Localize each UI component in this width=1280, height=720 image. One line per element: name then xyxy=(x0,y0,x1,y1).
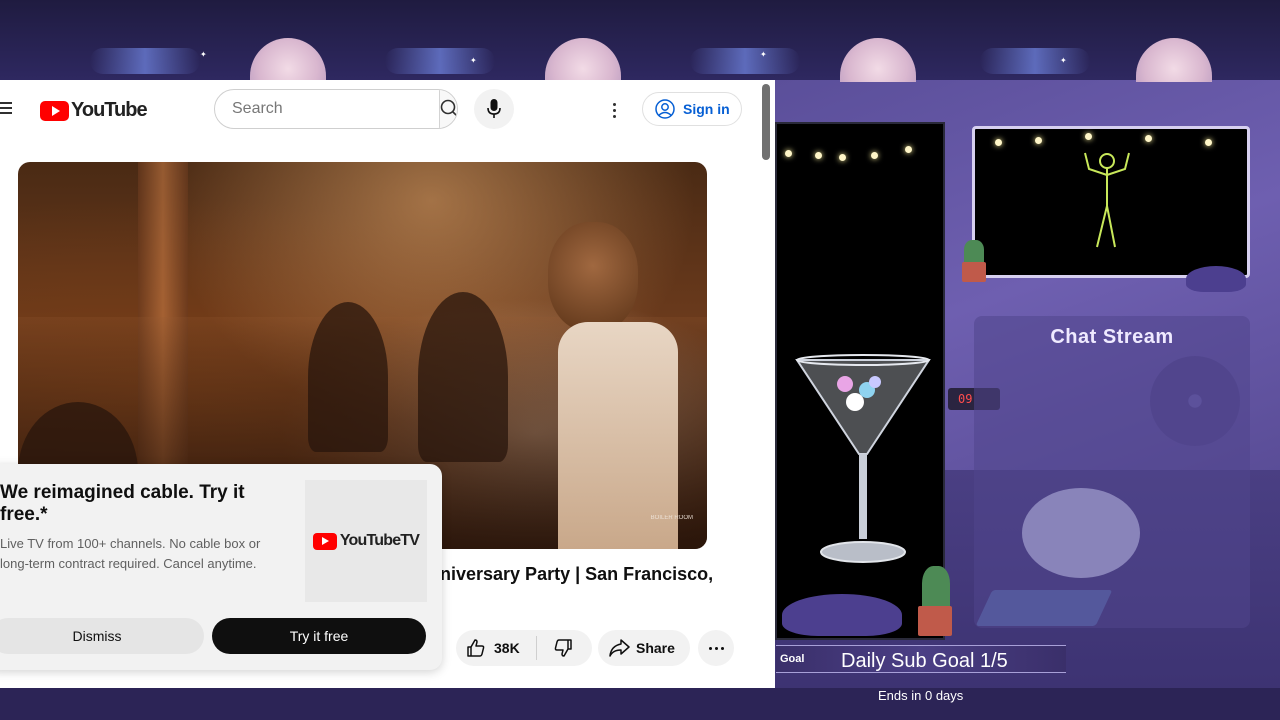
string-light xyxy=(839,154,846,161)
scrollbar[interactable] xyxy=(762,84,770,160)
search-button[interactable] xyxy=(439,90,457,128)
youtube-tv-promo-dialog: We reimagined cable. Try it free.* Live … xyxy=(0,464,442,670)
try-it-free-button[interactable]: Try it free xyxy=(212,618,426,654)
share-button[interactable]: Share xyxy=(598,630,690,666)
pot-decoration xyxy=(962,262,986,282)
share-icon xyxy=(609,639,630,657)
moon-decoration xyxy=(250,38,326,82)
thumb-up-icon xyxy=(467,639,485,657)
search-icon xyxy=(440,99,457,118)
video-frame-person xyxy=(418,292,508,462)
star-icon: ✦ xyxy=(760,50,767,59)
voice-search-button[interactable] xyxy=(474,89,514,129)
cloud-decoration xyxy=(385,48,495,74)
star-icon: ✦ xyxy=(1060,56,1067,65)
share-label: Share xyxy=(636,640,675,656)
string-light xyxy=(995,139,1002,146)
like-button[interactable]: 38K xyxy=(456,630,536,666)
drink-widget-panel xyxy=(775,122,945,640)
string-light xyxy=(905,146,912,153)
like-count: 38K xyxy=(494,640,520,656)
string-light xyxy=(871,152,878,159)
video-frame-performer-head xyxy=(548,222,638,332)
string-light xyxy=(1145,135,1152,142)
video-title[interactable]: niversary Party | San Francisco, xyxy=(440,564,713,585)
string-light xyxy=(1035,137,1042,144)
youtube-tv-logo-text: YouTubeTV xyxy=(339,532,420,549)
webcam-frame xyxy=(972,126,1250,278)
moon-decoration xyxy=(840,38,916,82)
sign-in-button[interactable]: Sign in xyxy=(642,92,742,126)
youtube-play-icon xyxy=(40,100,69,121)
search-input[interactable] xyxy=(215,90,439,128)
video-watermark: BOILER ROOM xyxy=(650,515,693,521)
youtube-header: YouTube Sign in xyxy=(0,80,775,160)
menu-icon[interactable] xyxy=(0,102,14,116)
dislike-button[interactable] xyxy=(537,630,589,666)
like-dislike-group: 38K xyxy=(456,630,592,666)
string-light xyxy=(785,150,792,157)
microphone-icon xyxy=(487,99,501,118)
string-light xyxy=(1085,133,1092,140)
sign-in-label: Sign in xyxy=(683,101,730,117)
account-icon xyxy=(655,99,675,119)
youtube-logo-text: YouTube xyxy=(71,99,148,121)
star-icon: ✦ xyxy=(470,56,477,65)
bottom-strip xyxy=(0,688,1280,720)
cloud-decoration xyxy=(980,48,1090,74)
youtube-tv-play-icon xyxy=(312,532,337,550)
cactus-decoration xyxy=(922,566,950,610)
martini-glass-icon xyxy=(795,354,931,563)
youtube-logo[interactable]: YouTube xyxy=(40,99,148,122)
thumb-down-icon xyxy=(554,639,572,657)
promo-description: Live TV from 100+ channels. No cable box… xyxy=(0,536,261,571)
goal-title: Daily Sub Goal 1/5 xyxy=(841,650,1008,672)
goal-countdown: Ends in 0 days xyxy=(878,688,964,703)
string-light xyxy=(1205,139,1212,146)
video-frame-person xyxy=(308,302,388,452)
chat-stream-title: Chat Stream xyxy=(1050,326,1174,348)
cat-decoration xyxy=(1186,266,1246,292)
cloud-decoration xyxy=(690,48,800,74)
more-horiz-icon[interactable] xyxy=(698,630,734,666)
moon-decoration xyxy=(1136,38,1212,82)
youtube-tv-logo: YouTubeTV xyxy=(305,480,427,602)
moon-decoration xyxy=(545,38,621,82)
dismiss-button[interactable]: Dismiss xyxy=(0,618,204,654)
goal-label: Goal xyxy=(780,653,805,665)
cloud-decoration xyxy=(90,48,200,74)
pot-decoration xyxy=(918,606,952,636)
plant-decoration xyxy=(964,240,984,264)
youtube-browser-window: YouTube Sign in xyxy=(0,80,775,688)
star-icon: ✦ xyxy=(200,50,207,59)
more-vert-icon[interactable] xyxy=(598,94,630,126)
chat-stream-panel: Chat Stream xyxy=(974,316,1250,628)
dancer-outline-icon xyxy=(1084,152,1130,248)
sleeping-cat-decoration xyxy=(782,594,902,636)
moon-banner: ✦ ✦ ✦ ✦ xyxy=(0,0,1280,82)
promo-title: We reimagined cable. Try it free.* xyxy=(0,482,245,525)
string-light xyxy=(815,152,822,159)
sub-goal-bar: Goal Daily Sub Goal 1/5 xyxy=(776,645,1066,673)
search-box xyxy=(214,89,458,129)
